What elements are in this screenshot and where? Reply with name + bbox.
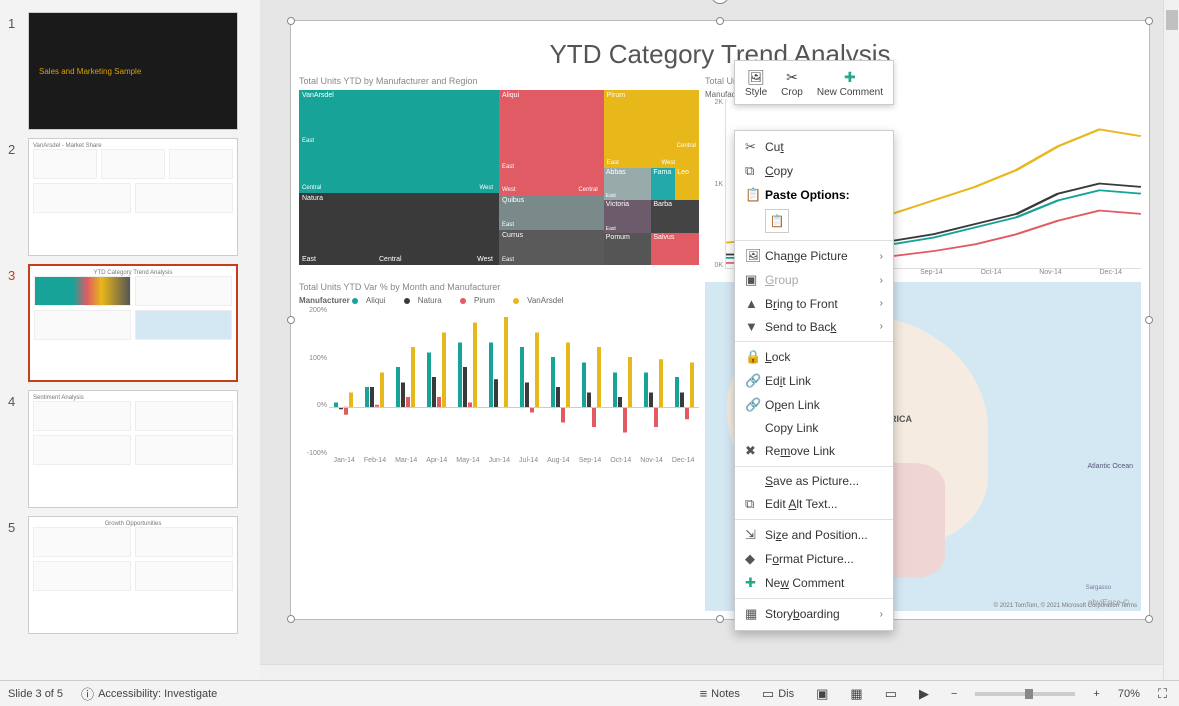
size-icon: ⇲	[745, 527, 765, 543]
bring-front-icon: ▲	[745, 296, 765, 311]
normal-view-icon: ▣	[816, 686, 828, 702]
menu-edit-link[interactable]: 🔗Edit Link	[735, 369, 893, 393]
mini-toolbar: 🖼Style ✂Crop ✚New Comment	[734, 60, 894, 105]
status-bar: Slide 3 of 5 ⓘAccessibility: Investigate…	[0, 680, 1179, 706]
thumb-number: 2	[8, 138, 28, 157]
menu-remove-link[interactable]: ✖Remove Link	[735, 439, 893, 463]
thumb-number: 1	[8, 12, 28, 31]
menu-open-link[interactable]: 🔗Open Link	[735, 393, 893, 417]
comment-icon: ✚	[840, 67, 860, 87]
menu-copy[interactable]: ⧉Copy	[735, 159, 893, 183]
bar-chart: Total Units YTD Var % by Month and Manuf…	[299, 282, 699, 611]
change-picture-icon: 🖼	[745, 248, 765, 264]
menu-change-picture[interactable]: 🖼Change Picture›	[735, 244, 893, 268]
open-link-icon: 🔗	[745, 397, 765, 413]
slide-thumbnail-4[interactable]: Sentiment Analysis	[28, 390, 238, 508]
crop-button[interactable]: ✂Crop	[775, 65, 809, 100]
chevron-right-icon: ›	[880, 251, 883, 262]
menu-copy-link[interactable]: Copy Link	[735, 417, 893, 439]
zoom-out-button[interactable]: −	[947, 686, 961, 702]
treemap-chart: Total Units YTD by Manufacturer and Regi…	[299, 76, 699, 276]
comment-icon: ✚	[745, 575, 765, 591]
accessibility-button[interactable]: ⓘAccessibility: Investigate	[77, 682, 221, 705]
format-icon: ◆	[745, 551, 765, 567]
sorter-icon: ▦	[850, 686, 862, 702]
reading-icon: ▭	[885, 686, 897, 702]
fit-to-window-button[interactable]: ⛶	[1154, 684, 1171, 704]
slide-thumbnail-2[interactable]: VanArsdel - Market Share	[28, 138, 238, 256]
reading-view-button[interactable]: ▭	[881, 684, 901, 704]
thumb-number: 4	[8, 390, 28, 409]
chevron-right-icon: ›	[880, 298, 883, 309]
crop-icon: ✂	[782, 67, 802, 87]
copy-icon: ⧉	[745, 163, 765, 179]
fit-icon: ⛶	[1158, 686, 1167, 702]
storyboard-icon: ▦	[745, 606, 765, 622]
style-button[interactable]: 🖼Style	[739, 65, 773, 100]
picture-style-icon: 🖼	[746, 67, 766, 87]
paste-options-header: 📋Paste Options:	[735, 183, 893, 207]
menu-edit-alt-text[interactable]: ⧉Edit Alt Text...	[735, 492, 893, 516]
lock-icon: 🔒	[745, 349, 765, 365]
menu-group: ▣Group›	[735, 268, 893, 292]
thumb-number: 5	[8, 516, 28, 535]
menu-format-picture[interactable]: ◆Format Picture...	[735, 547, 893, 571]
vertical-scrollbar[interactable]	[1163, 0, 1179, 680]
rotate-handle-icon[interactable]: ⟳	[711, 0, 729, 4]
menu-send-to-back[interactable]: ▼Send to Back›	[735, 315, 893, 338]
slideshow-icon: ▶	[919, 686, 929, 702]
notes-button[interactable]: ≡Notes	[696, 684, 744, 703]
slide-sorter-button[interactable]: ▦	[846, 684, 866, 704]
slide-title: YTD Category Trend Analysis	[291, 21, 1149, 76]
zoom-slider[interactable]	[975, 692, 1075, 696]
thumb-title: Sales and Marketing Sample	[39, 67, 141, 76]
slideshow-button[interactable]: ▶	[915, 684, 933, 704]
cut-icon: ✂	[745, 139, 765, 155]
slide-canvas[interactable]: ⟳ YTD Category Trend Analysis Total Unit…	[260, 0, 1179, 680]
group-icon: ▣	[745, 272, 765, 288]
menu-size-position[interactable]: ⇲Size and Position...	[735, 523, 893, 547]
slide-thumbnail-3[interactable]: YTD Category Trend Analysis	[28, 264, 238, 382]
chevron-right-icon: ›	[880, 275, 883, 286]
alt-text-icon: ⧉	[745, 496, 765, 512]
paste-option-keep-formatting[interactable]: 📋	[765, 209, 789, 233]
menu-bring-to-front[interactable]: ▲Bring to Front›	[735, 292, 893, 315]
brand-label: obviEnce ©	[1088, 598, 1129, 607]
slide-thumbnail-5[interactable]: Growth Opportunities	[28, 516, 238, 634]
menu-save-as-picture[interactable]: Save as Picture...	[735, 470, 893, 492]
chevron-right-icon: ›	[880, 609, 883, 620]
slide[interactable]: ⟳ YTD Category Trend Analysis Total Unit…	[290, 20, 1150, 620]
zoom-in-button[interactable]: +	[1089, 686, 1103, 702]
thumb-number: 3	[8, 264, 28, 283]
menu-storyboarding[interactable]: ▦Storyboarding›	[735, 602, 893, 626]
send-back-icon: ▼	[745, 319, 765, 334]
slide-thumbnail-1[interactable]: Sales and Marketing Sample	[28, 12, 238, 130]
horizontal-scrollbar[interactable]	[260, 664, 1163, 680]
accessibility-icon: ⓘ	[81, 684, 94, 703]
remove-link-icon: ✖	[745, 443, 765, 459]
menu-lock[interactable]: 🔒Lock	[735, 345, 893, 369]
slide-counter[interactable]: Slide 3 of 5	[8, 688, 63, 700]
paste-icon: 📋	[745, 187, 765, 203]
menu-new-comment[interactable]: ✚New Comment	[735, 571, 893, 595]
normal-view-button[interactable]: ▣	[812, 684, 832, 704]
chart-title: Total Units YTD by Manufacturer and Regi…	[299, 76, 699, 86]
chevron-right-icon: ›	[880, 321, 883, 332]
display-settings-button[interactable]: ▭Dis	[758, 684, 798, 704]
slide-thumbnail-panel[interactable]: 1 Sales and Marketing Sample 2 VanArsdel…	[0, 0, 260, 680]
notes-icon: ≡	[700, 686, 708, 701]
zoom-level[interactable]: 70%	[1118, 688, 1140, 700]
new-comment-button[interactable]: ✚New Comment	[811, 65, 889, 100]
display-icon: ▭	[762, 686, 774, 702]
menu-cut[interactable]: ✂Cut	[735, 135, 893, 159]
context-menu: ✂Cut ⧉Copy 📋Paste Options: 📋 🖼Change Pic…	[734, 130, 894, 631]
link-icon: 🔗	[745, 373, 765, 389]
